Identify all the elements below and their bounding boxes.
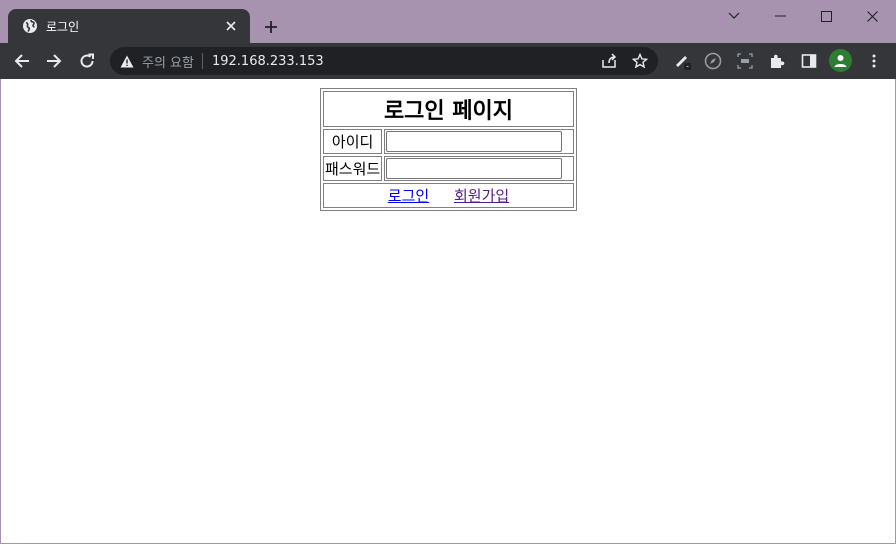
- page-title: 로그인 페이지: [323, 91, 574, 127]
- browser-toolbar: 주의 요함 192.168.233.153: [0, 43, 896, 79]
- links-cell: 로그인 회원가입: [323, 183, 574, 208]
- password-field-cell: [384, 156, 574, 181]
- pen-extension-icon[interactable]: [668, 47, 696, 75]
- ocr-icon[interactable]: [731, 47, 759, 75]
- tab-title: 로그인: [46, 19, 80, 34]
- close-window-button[interactable]: [849, 0, 895, 32]
- bookmark-star-icon[interactable]: [630, 51, 650, 71]
- globe-icon: [22, 18, 38, 34]
- forward-button[interactable]: [40, 47, 68, 75]
- id-field-cell: [384, 129, 574, 154]
- id-label: 아이디: [323, 129, 383, 154]
- browser-tab[interactable]: 로그인: [8, 9, 250, 43]
- password-label: 패스워드: [323, 156, 383, 181]
- address-divider: [201, 53, 203, 69]
- page-viewport: 로그인 페이지 아이디 패스워드 로그인 회원가입: [1, 79, 895, 543]
- reload-button[interactable]: [73, 47, 101, 75]
- login-link[interactable]: 로그인: [388, 187, 429, 205]
- extensions-puzzle-icon[interactable]: [763, 47, 791, 75]
- tab-search-button[interactable]: [711, 0, 757, 32]
- close-tab-icon[interactable]: [222, 17, 240, 35]
- minimize-button[interactable]: [757, 0, 803, 32]
- title-bar: 로그인: [0, 0, 896, 43]
- side-panel-icon[interactable]: [795, 47, 823, 75]
- menu-dots-icon[interactable]: [860, 47, 888, 75]
- profile-avatar-icon[interactable]: [829, 49, 852, 72]
- password-input[interactable]: [386, 158, 563, 179]
- back-button[interactable]: [8, 47, 36, 75]
- url-text[interactable]: 192.168.233.153: [212, 54, 324, 69]
- address-bar[interactable]: 주의 요함 192.168.233.153: [110, 47, 658, 75]
- share-icon[interactable]: [599, 51, 619, 71]
- compass-icon[interactable]: [699, 47, 727, 75]
- login-form-table: 로그인 페이지 아이디 패스워드 로그인 회원가입: [320, 88, 577, 211]
- maximize-button[interactable]: [803, 0, 849, 32]
- security-status[interactable]: 주의 요함: [142, 52, 194, 71]
- warning-icon[interactable]: [120, 55, 134, 68]
- id-input[interactable]: [386, 131, 563, 152]
- signup-link[interactable]: 회원가입: [454, 187, 509, 205]
- new-tab-button[interactable]: [259, 15, 283, 39]
